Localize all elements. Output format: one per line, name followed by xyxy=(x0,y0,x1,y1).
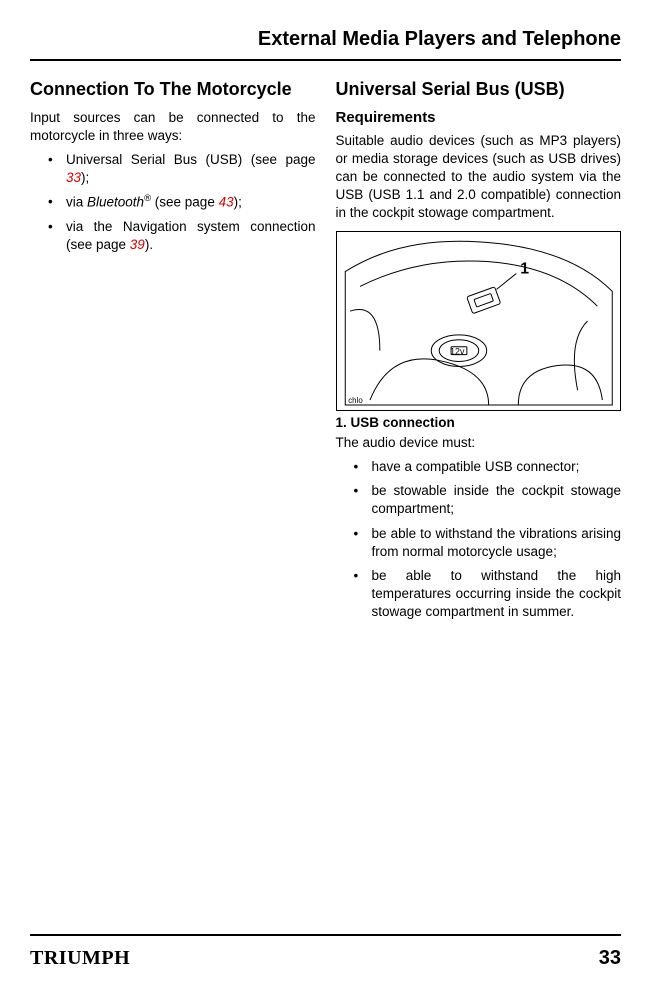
requirements-para: Suitable audio devices (such as MP3 play… xyxy=(336,132,622,223)
page-ref: 39 xyxy=(130,237,145,252)
requirement-item: be able to withstand the vibrations aris… xyxy=(358,525,622,561)
page-ref: 43 xyxy=(219,195,234,210)
content-columns: Connection To The Motorcycle Input sourc… xyxy=(30,79,621,628)
connection-item-bluetooth: via Bluetooth® (see page 43); xyxy=(52,193,316,212)
usb-figure: 1 12v chlo xyxy=(336,231,622,411)
page: External Media Players and Telephone Con… xyxy=(0,0,651,988)
figure-12v-label: 12v xyxy=(450,346,465,356)
left-heading: Connection To The Motorcycle xyxy=(30,79,316,101)
registered-mark: ® xyxy=(144,193,151,204)
left-intro: Input sources can be connected to the mo… xyxy=(30,109,316,145)
connection-list: Universal Serial Bus (USB) (see page 33)… xyxy=(30,151,316,255)
requirements-heading: Requirements xyxy=(336,109,622,126)
header-rule xyxy=(30,59,621,61)
usb-diagram-svg: 1 12v chlo xyxy=(337,232,621,410)
page-header: External Media Players and Telephone xyxy=(30,28,621,51)
requirement-item: be stowable inside the cockpit stowage c… xyxy=(358,482,622,518)
text: (see page xyxy=(151,195,219,210)
right-heading: Universal Serial Bus (USB) xyxy=(336,79,622,101)
text: via xyxy=(66,195,87,210)
requirements-list: have a compatible USB connector; be stow… xyxy=(336,458,622,622)
page-ref: 33 xyxy=(66,170,81,185)
text: ); xyxy=(81,170,89,185)
footer-rule xyxy=(30,934,621,936)
requirement-item: have a compatible USB connector; xyxy=(358,458,622,476)
connection-item-usb: Universal Serial Bus (USB) (see page 33)… xyxy=(52,151,316,187)
text: ). xyxy=(145,237,153,252)
page-number: 33 xyxy=(599,947,621,970)
left-column: Connection To The Motorcycle Input sourc… xyxy=(30,79,316,628)
triumph-logo: TRIUMPH xyxy=(30,947,130,970)
device-must-lead: The audio device must: xyxy=(336,434,622,452)
figure-caption: 1. USB connection xyxy=(336,415,622,430)
requirement-item: be able to withstand the high temperatur… xyxy=(358,567,622,622)
right-column: Universal Serial Bus (USB) Requirements … xyxy=(336,79,622,628)
bluetooth-word: Bluetooth xyxy=(87,195,144,210)
text: via the Navigation system connection (se… xyxy=(66,219,316,252)
text: Universal Serial Bus (USB) (see page xyxy=(66,152,316,167)
text: ); xyxy=(234,195,242,210)
figure-callout-1: 1 xyxy=(520,260,529,277)
connection-item-navigation: via the Navigation system connection (se… xyxy=(52,218,316,254)
figure-tag: chlo xyxy=(348,396,363,405)
